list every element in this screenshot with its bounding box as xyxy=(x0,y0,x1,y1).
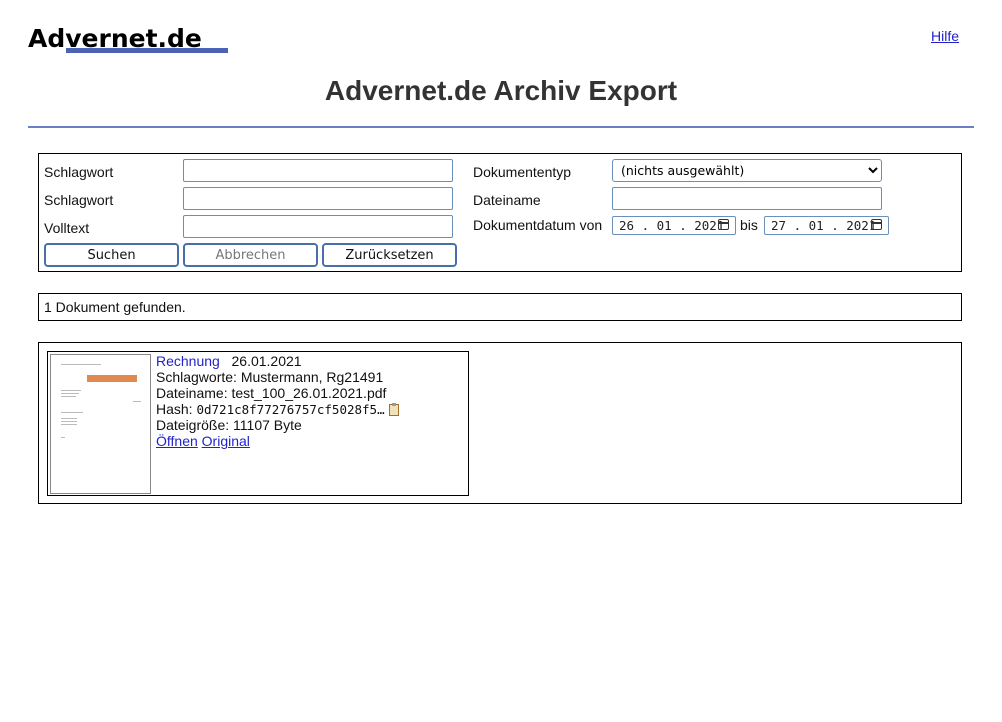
document-thumbnail[interactable] xyxy=(50,354,151,494)
clipboard-icon[interactable] xyxy=(388,403,399,416)
document-card: Rechnung 26.01.2021 Schlagworte: Musterm… xyxy=(47,351,469,496)
keyword2-label: Schlagwort xyxy=(44,192,114,208)
search-form: Schlagwort Schlagwort Volltext Dokumente… xyxy=(38,153,962,272)
fulltext-input[interactable] xyxy=(183,215,453,238)
date-from-value: 26 . 01 . 2021 xyxy=(619,218,725,233)
fulltext-label: Volltext xyxy=(44,220,90,236)
size-label: Dateigröße: xyxy=(156,417,230,433)
document-filename: test_100_26.01.2021.pdf xyxy=(231,385,387,401)
date-from-input[interactable]: 26 . 01 . 2021 xyxy=(612,216,736,235)
results-panel: Rechnung 26.01.2021 Schlagworte: Musterm… xyxy=(38,342,962,504)
logo-text: Advernet.de xyxy=(28,24,202,53)
doctype-label: Dokumententyp xyxy=(473,164,572,180)
page-title: Advernet.de Archiv Export xyxy=(324,75,678,106)
keywords-label: Schlagworte: xyxy=(156,369,237,385)
date-to-input[interactable]: 27 . 01 . 2021 xyxy=(764,216,889,235)
keyword1-input[interactable] xyxy=(183,159,453,182)
result-count: 1 Dokument gefunden. xyxy=(38,293,962,321)
filename-input[interactable] xyxy=(612,187,882,210)
document-keywords: Mustermann, Rg21491 xyxy=(240,369,384,385)
reset-button[interactable]: Zurücksetzen xyxy=(322,243,457,267)
search-button[interactable]: Suchen xyxy=(44,243,179,267)
filename-info-label: Dateiname: xyxy=(156,385,228,401)
document-title-link[interactable]: Rechnung xyxy=(156,353,220,369)
calendar-icon[interactable] xyxy=(718,219,729,230)
document-info: Rechnung 26.01.2021 Schlagworte: Musterm… xyxy=(156,353,399,449)
cancel-button[interactable]: Abbrechen xyxy=(183,243,318,267)
date-from-label: Dokumentdatum von xyxy=(473,217,603,233)
document-hash: 0d721c8f77276757cf5028f5… xyxy=(196,402,385,417)
calendar-icon[interactable] xyxy=(871,219,882,230)
keyword1-label: Schlagwort xyxy=(44,164,114,180)
date-to-value: 27 . 01 . 2021 xyxy=(771,218,877,233)
header-divider xyxy=(28,126,974,128)
doctype-select[interactable]: (nichts ausgewählt) xyxy=(612,159,882,182)
hash-label: Hash: xyxy=(156,401,193,417)
help-link[interactable]: Hilfe xyxy=(931,28,959,44)
keyword2-input[interactable] xyxy=(183,187,453,210)
open-link[interactable]: Öffnen xyxy=(156,433,198,449)
document-size: 11107 Byte xyxy=(233,417,302,433)
logo: Advernet.de xyxy=(28,24,228,54)
document-date: 26.01.2021 xyxy=(231,353,302,369)
original-link[interactable]: Original xyxy=(202,433,250,449)
filename-label: Dateiname xyxy=(473,192,541,208)
date-to-label: bis xyxy=(740,217,758,233)
